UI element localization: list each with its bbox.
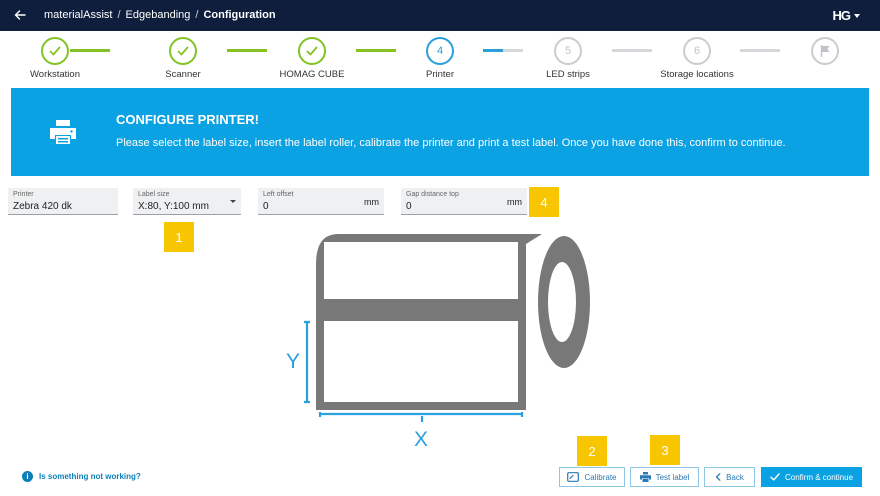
breadcrumb-item-materialassist[interactable]: materialAssist xyxy=(44,9,112,21)
step-connector xyxy=(612,49,652,52)
step-label-homag-cube: HOMAG CUBE xyxy=(279,69,345,80)
left-offset-label: Left offset xyxy=(263,191,294,198)
check-icon xyxy=(49,46,61,56)
info-banner: CONFIGURE PRINTER! Please select the lab… xyxy=(11,88,869,176)
annotation-badge-1: 1 xyxy=(164,222,194,252)
step-homag-cube[interactable] xyxy=(298,37,326,65)
test-label-button-label: Test label xyxy=(655,472,690,482)
label-size-value: X:80, Y:100 mm xyxy=(138,201,209,212)
printer-field-label: Printer xyxy=(13,191,34,198)
help-link[interactable]: i Is something not working? xyxy=(22,471,141,482)
test-label-button[interactable]: Test label xyxy=(630,467,699,487)
check-icon xyxy=(306,46,318,56)
step-led-strips[interactable]: 5 xyxy=(554,37,582,65)
step-printer[interactable]: 4 xyxy=(426,37,454,65)
printer-field[interactable]: Printer Zebra 420 dk xyxy=(8,188,118,215)
y-dimension-label: Y xyxy=(286,350,300,373)
help-text: Is something not working? xyxy=(39,472,141,481)
back-button[interactable]: Back xyxy=(704,467,755,487)
step-connector xyxy=(483,49,523,52)
progress-stepper: Workstation Scanner HOMAG CUBE 4 Printer… xyxy=(0,31,880,86)
banner-text: Please select the label size, insert the… xyxy=(116,137,786,149)
back-button-label: Back xyxy=(726,472,744,482)
printer-field-value: Zebra 420 dk xyxy=(13,201,72,212)
step-label-printer: Printer xyxy=(426,69,454,80)
step-connector xyxy=(740,49,780,52)
gap-distance-top-value: 0 xyxy=(406,201,412,212)
calibrate-button[interactable]: Calibrate xyxy=(559,467,625,487)
printer-icon xyxy=(639,472,651,482)
step-label-workstation: Workstation xyxy=(30,69,80,80)
step-finish[interactable] xyxy=(811,37,839,65)
gap-distance-top-unit: mm xyxy=(507,197,522,207)
label-roll-illustration: Y X xyxy=(286,234,590,449)
step-connector xyxy=(356,49,396,52)
step-label-led-strips: LED strips xyxy=(546,69,590,80)
confirm-continue-button-label: Confirm & continue xyxy=(784,472,854,482)
step-workstation[interactable] xyxy=(41,37,69,65)
chevron-down-icon[interactable] xyxy=(854,14,860,18)
chevron-left-icon xyxy=(715,473,721,481)
step-storage-locations[interactable]: 6 xyxy=(683,37,711,65)
back-arrow-icon[interactable] xyxy=(12,7,28,23)
breadcrumb-separator: / xyxy=(195,9,199,21)
breadcrumb-item-configuration: Configuration xyxy=(203,9,276,21)
left-offset-value: 0 xyxy=(263,201,269,212)
annotation-badge-3: 3 xyxy=(650,435,680,465)
printer-icon xyxy=(50,120,76,144)
left-offset-unit: mm xyxy=(364,197,379,207)
step-connector xyxy=(227,49,267,52)
calibrate-icon xyxy=(567,472,580,482)
app-header: materialAssist / Edgebanding / Configuration… xyxy=(0,0,880,31)
confirm-continue-button[interactable]: Confirm & continue xyxy=(761,467,862,487)
step-scanner[interactable] xyxy=(169,37,197,65)
x-dimension-label: X xyxy=(414,428,428,449)
banner-title: CONFIGURE PRINTER! xyxy=(116,112,259,127)
step-label-scanner: Scanner xyxy=(165,69,201,80)
gap-distance-top-label: Gap distance top xyxy=(406,191,459,198)
check-icon xyxy=(770,473,780,481)
chevron-down-icon[interactable] xyxy=(230,200,236,203)
breadcrumb: materialAssist / Edgebanding / Configuration xyxy=(44,9,276,22)
gap-distance-top-input[interactable]: Gap distance top 0 mm xyxy=(401,188,527,215)
annotation-badge-4: 4 xyxy=(529,187,559,217)
info-icon: i xyxy=(22,471,33,482)
hg-logo[interactable]: HG xyxy=(833,8,851,23)
step-label-storage-locations: Storage locations xyxy=(660,69,734,80)
left-offset-input[interactable]: Left offset 0 mm xyxy=(258,188,384,215)
label-size-select[interactable]: Label size X:80, Y:100 mm xyxy=(133,188,241,215)
step-connector xyxy=(70,49,110,52)
flag-icon xyxy=(820,44,830,58)
calibrate-button-label: Calibrate xyxy=(584,472,617,482)
breadcrumb-separator: / xyxy=(117,9,121,21)
check-icon xyxy=(177,46,189,56)
label-size-label: Label size xyxy=(138,191,170,198)
breadcrumb-item-edgebanding[interactable]: Edgebanding xyxy=(126,9,191,21)
